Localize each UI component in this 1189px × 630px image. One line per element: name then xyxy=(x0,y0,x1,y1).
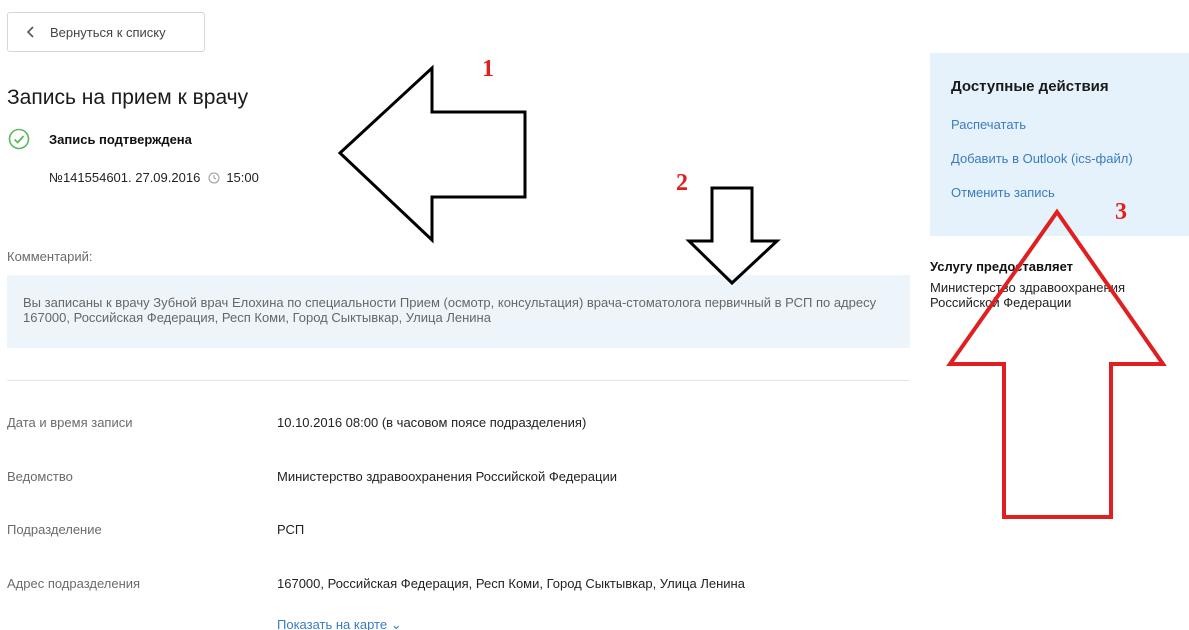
record-info: №141554601. 27.09.2016 15:00 xyxy=(49,170,259,185)
detail-label: Адрес подразделения xyxy=(7,576,141,591)
divider xyxy=(7,380,910,381)
check-circle-icon xyxy=(8,128,30,150)
clock-icon xyxy=(208,172,220,183)
actions-panel: Доступные действия Распечатать Добавить … xyxy=(930,53,1189,236)
back-button-label: Вернуться к списку xyxy=(50,24,166,40)
provider-name: Министерство здравоохранения Российской … xyxy=(930,280,1125,310)
provider-block: Услугу предоставляет Министерство здраво… xyxy=(930,259,1170,310)
detail-label: Дата и время записи xyxy=(7,415,133,430)
actions-title: Доступные действия xyxy=(951,78,1109,95)
detail-value: 10.10.2016 08:00 (в часовом поясе подраз… xyxy=(277,415,587,430)
black-arrow-left xyxy=(337,64,527,244)
status-text: Запись подтверждена xyxy=(49,131,192,147)
detail-value: Министерство здравоохранения Российской … xyxy=(277,469,617,484)
print-link[interactable]: Распечатать xyxy=(951,117,1189,132)
show-on-map-link[interactable]: Показать на карте ⌄ xyxy=(277,617,402,630)
chevron-left-icon xyxy=(26,26,34,38)
record-time: 15:00 xyxy=(226,170,259,185)
comment-label: Комментарий: xyxy=(7,249,93,264)
comment-text: Вы записаны к врачу Зубной врач Елохина … xyxy=(7,275,910,348)
detail-label: Ведомство xyxy=(7,469,73,484)
page: Вернуться к списку Запись на прием к вра… xyxy=(0,0,1189,630)
red-arrow-up xyxy=(946,208,1167,519)
detail-value: РСП xyxy=(277,522,305,537)
cancel-appointment-link[interactable]: Отменить запись xyxy=(951,185,1189,200)
page-title: Запись на прием к врачу xyxy=(7,86,249,109)
annotation-number: 1 xyxy=(482,56,494,82)
record-number-date: №141554601. 27.09.2016 xyxy=(49,170,201,185)
black-arrow-down xyxy=(685,186,781,286)
back-to-list-button[interactable]: Вернуться к списку xyxy=(7,12,205,52)
detail-value: 167000, Российская Федерация, Респ Коми,… xyxy=(277,576,745,591)
detail-label: Подразделение xyxy=(7,522,102,537)
annotation-number: 2 xyxy=(676,170,688,196)
provider-title: Услугу предоставляет xyxy=(930,259,1074,274)
status-row: Запись подтверждена xyxy=(8,128,192,150)
add-to-outlook-link[interactable]: Добавить в Outlook (ics-файл) xyxy=(951,151,1189,166)
annotation-number: 3 xyxy=(1115,199,1127,225)
